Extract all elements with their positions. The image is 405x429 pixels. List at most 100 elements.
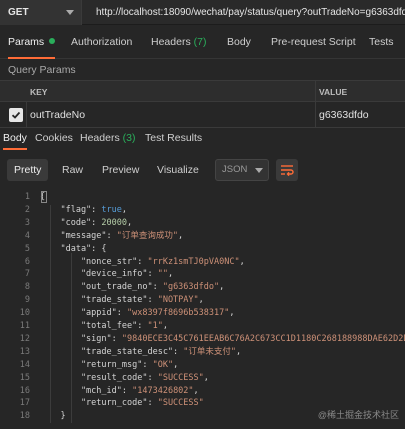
line-number: 1 [24, 192, 30, 202]
raw-button[interactable]: Raw [55, 159, 90, 181]
response-tabs: Body Cookies Headers (3) Test Results [0, 128, 405, 150]
line-text: "trade_state": "NOTPAY", [40, 294, 204, 306]
response-view-toolbar: Pretty Raw Preview Visualize JSON [0, 155, 405, 185]
code-line: 5 "data": { [0, 243, 405, 255]
tab-headers-count: (7) [193, 36, 207, 48]
url-input[interactable]: http://localhost:18090/wechat/pay/status… [96, 0, 405, 25]
code-line: 7 "device_info": "", [0, 268, 405, 280]
watermark: @稀土掘金技术社区 [317, 410, 399, 420]
line-text: "message": "订单查询成功", [40, 230, 183, 242]
tab-response-headers[interactable]: Headers (3) [80, 128, 135, 150]
code-line: 14 "return_msg": "OK", [0, 359, 405, 371]
tab-response-headers-label: Headers [80, 132, 120, 144]
code-line: 8 "out_trade_no": "g6363dfdo", [0, 281, 405, 293]
query-params-title: Query Params [8, 64, 76, 76]
response-body-viewer[interactable]: 1{2 "flag": true, 3 "code": 20000, 4 "mess… [0, 185, 405, 429]
code-token: "trade_state": [40, 295, 158, 306]
line-text: "result_code": "SUCCESS", [40, 372, 209, 384]
tab-params-label: Params [8, 36, 45, 48]
code-token: , [173, 359, 179, 370]
line-text: "nonce_str": "rrKz1smTJ0pVA0NC", [40, 256, 245, 268]
pretty-button[interactable]: Pretty [7, 159, 49, 181]
chevron-down-icon [66, 10, 74, 15]
code-line: 16 "mch_id": "1473426802", [0, 385, 405, 397]
tab-params[interactable]: Params [8, 25, 56, 59]
code-token: , [167, 269, 174, 280]
code-token: "" [157, 269, 168, 280]
code-token: "9840ECE3C45C761EEAB6C76A2C673CC1D1180C2… [121, 333, 405, 344]
line-number: 15 [19, 372, 30, 383]
line-number: 3 [24, 217, 30, 228]
code-token: "sign": [40, 333, 122, 344]
code-token: "return_msg": [40, 359, 153, 370]
code-token: "g6363dfdo" [162, 282, 220, 293]
code-token: "wx8397f8696b538317" [127, 308, 230, 319]
code-line: 10 "appid": "wx8397f8696b538317", [0, 307, 405, 319]
code-token: "data": { [40, 243, 107, 254]
code-token: "nonce_str": [40, 256, 148, 267]
line-text: "return_code": "SUCCESS" [40, 397, 204, 409]
line-text: "data": { [40, 243, 107, 255]
code-token: "message": [40, 230, 117, 241]
code-line: 15 "result_code": "SUCCESS", [0, 372, 405, 384]
code-token: , [219, 282, 225, 293]
value-column-header: VALUE [315, 81, 347, 103]
line-text: "appid": "wx8397f8696b538317", [40, 307, 235, 319]
code-token: "订单查询成功" [116, 230, 179, 241]
line-number: 5 [24, 243, 30, 254]
param-key-input[interactable]: outTradeNo [30, 102, 85, 128]
wrap-lines-button[interactable] [276, 159, 298, 181]
key-column-header: KEY [30, 87, 48, 97]
line-number: 10 [19, 308, 30, 319]
code-line: 11 "total_fee": "1", [0, 320, 405, 332]
code-token: "out_trade_no": [40, 282, 163, 293]
code-token: , [127, 217, 133, 228]
chevron-down-icon [255, 168, 263, 173]
code-token: "NOTPAY" [157, 295, 199, 306]
code-token: , [203, 372, 209, 383]
line-text: "total_fee": "1", [40, 320, 168, 332]
code-token: , [178, 230, 184, 241]
line-number: 13 [19, 346, 30, 357]
code-token: , [229, 308, 235, 319]
code-token: "订单未支付" [183, 346, 237, 357]
line-number: 17 [19, 398, 30, 409]
tab-headers[interactable]: Headers (7) [151, 25, 206, 59]
tab-response-body-label: Body [3, 132, 27, 144]
line-text: "flag": true, [40, 204, 127, 216]
line-number: 14 [19, 359, 30, 370]
tab-test-results[interactable]: Test Results [145, 128, 202, 150]
code-token: "mch_id": [40, 385, 133, 396]
tab-tests[interactable]: Tests [369, 25, 394, 59]
line-text: "sign": "9840ECE3C45C761EEAB6C76A2C673CC… [40, 333, 405, 345]
code-token: "1" [147, 321, 163, 331]
line-text: } [40, 410, 65, 422]
code-token: "appid": [40, 308, 127, 319]
visualize-button[interactable]: Visualize [150, 159, 206, 181]
code-token: 20000 [101, 217, 128, 228]
line-text: "trade_state_desc": "订单未支付", [40, 346, 241, 358]
tab-response-body[interactable]: Body [3, 128, 27, 150]
code-token: "flag": [40, 204, 102, 215]
preview-button[interactable]: Preview [95, 159, 146, 181]
wrap-lines-icon [281, 165, 294, 177]
param-value-input[interactable]: g6363dfdo [315, 102, 369, 128]
line-number: 2 [24, 204, 30, 215]
code-token: "return_code": [40, 398, 158, 409]
tab-pre-request-script[interactable]: Pre-request Script [271, 25, 356, 59]
line-text: "return_msg": "OK", [40, 359, 178, 371]
code-token: true [101, 204, 122, 215]
code-token: "total_fee": [40, 321, 148, 331]
line-text: "mch_id": "1473426802", [40, 385, 199, 397]
param-enabled-checkbox[interactable] [9, 108, 23, 122]
method-select[interactable]: GET [0, 0, 82, 25]
line-number: 18 [19, 411, 30, 422]
tab-body[interactable]: Body [227, 25, 251, 59]
tab-authorization[interactable]: Authorization [71, 25, 132, 59]
tab-cookies[interactable]: Cookies [35, 128, 73, 150]
url-bar: GET http://localhost:18090/wechat/pay/st… [0, 0, 405, 25]
active-tab-underline [3, 148, 27, 150]
tab-response-headers-count: (3) [122, 132, 136, 144]
line-number: 4 [24, 230, 30, 241]
format-select[interactable]: JSON [215, 159, 269, 181]
